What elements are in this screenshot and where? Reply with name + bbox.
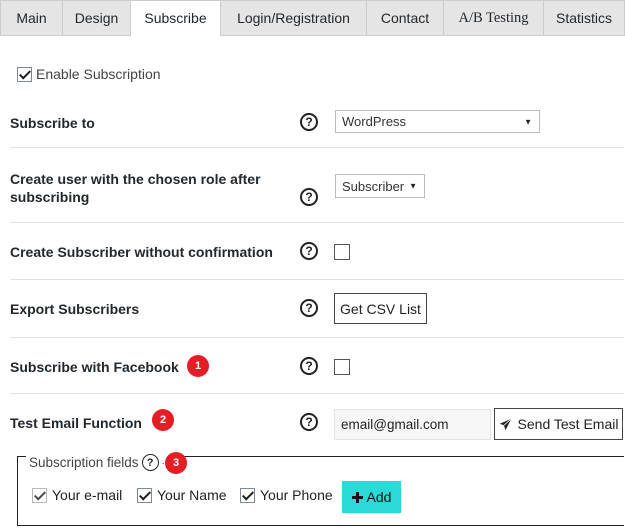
tab-label: A/B Testing (458, 9, 529, 26)
row-without-confirmation: Create Subscriber without confirmation ? (10, 223, 624, 280)
subscription-fields-title: Subscription fields (29, 455, 139, 470)
help-icon[interactable]: ? (300, 299, 318, 317)
chevron-down-icon: ▼ (524, 117, 532, 126)
annotation-badge-3: 3 (165, 452, 187, 474)
send-test-email-label: Send Test Email (517, 416, 619, 432)
tab-label: Statistics (555, 10, 612, 26)
create-user-label: Create user with the chosen role after s… (10, 170, 261, 206)
tab-design[interactable]: Design (63, 0, 131, 36)
tab-subscribe[interactable]: Subscribe (131, 0, 221, 36)
annotation-badge-1: 1 (187, 355, 209, 377)
tab-login-registration[interactable]: Login/Registration (221, 0, 367, 36)
subscribe-to-label: Subscribe to (10, 115, 95, 131)
help-icon[interactable]: ? (300, 357, 318, 375)
field-your-name[interactable]: Your Name (137, 487, 227, 503)
help-icon[interactable]: ? (300, 188, 318, 206)
plus-icon (351, 491, 363, 503)
help-icon[interactable]: ? (300, 413, 318, 431)
without-confirmation-checkbox[interactable] (334, 244, 350, 260)
create-user-label-line2: subscribing (10, 189, 90, 205)
field-your-email[interactable]: Your e-mail (32, 487, 122, 503)
annotation-badge-2: 2 (152, 409, 174, 431)
tab-bar: Main Design Subscribe Login/Registration… (0, 0, 625, 36)
subscribe-to-select[interactable]: WordPress ▼ (335, 110, 540, 133)
field-your-name-label: Your Name (157, 487, 227, 503)
field-your-email-label: Your e-mail (52, 487, 123, 503)
field-your-phone-checkbox[interactable] (240, 487, 255, 503)
subscribe-facebook-checkbox[interactable] (334, 359, 350, 375)
tab-label: Subscribe (144, 10, 207, 26)
test-email-label: Test Email Function (10, 415, 142, 431)
row-subscribe-to: Subscribe to ? WordPress ▼ (10, 98, 624, 148)
field-your-name-checkbox[interactable] (137, 487, 152, 503)
tab-label: Main (16, 10, 47, 26)
field-your-phone-label: Your Phone (260, 487, 333, 503)
user-role-value: Subscriber (342, 178, 405, 194)
add-field-button[interactable]: Add (342, 481, 401, 513)
without-confirmation-label: Create Subscriber without confirmation (10, 244, 273, 260)
tab-main[interactable]: Main (0, 0, 63, 36)
get-csv-list-button[interactable]: Get CSV List (334, 293, 427, 324)
send-test-email-button[interactable]: Send Test Email (494, 408, 623, 440)
get-csv-list-label: Get CSV List (340, 300, 421, 317)
help-icon[interactable]: ? (141, 454, 159, 471)
enable-subscription-row: Enable Subscription (17, 66, 161, 82)
help-icon[interactable]: ? (300, 113, 318, 131)
tab-contact[interactable]: Contact (367, 0, 444, 36)
enable-subscription-label: Enable Subscription (36, 66, 161, 82)
enable-subscription-checkbox[interactable] (17, 66, 32, 82)
row-subscribe-facebook: Subscribe with Facebook 1 ? (10, 338, 624, 394)
user-role-select[interactable]: Subscriber ▼ (335, 174, 425, 198)
row-test-email: Test Email Function 2 ? email@gmail.com … (10, 394, 624, 450)
create-user-label-line1: Create user with the chosen role after (10, 171, 261, 187)
export-subscribers-label: Export Subscribers (10, 301, 140, 317)
subscribe-facebook-label: Subscribe with Facebook (10, 359, 179, 375)
test-email-value: email@gmail.com (341, 417, 449, 432)
tab-statistics[interactable]: Statistics (544, 0, 625, 36)
tab-label: Design (74, 10, 119, 26)
tab-ab-testing[interactable]: A/B Testing (444, 0, 544, 36)
subscription-fields-legend: Subscription fields ? · (26, 454, 168, 471)
subscribe-to-value: WordPress (342, 114, 407, 129)
field-your-email-checkbox[interactable] (32, 487, 47, 503)
paper-plane-icon (499, 418, 512, 430)
test-email-input[interactable]: email@gmail.com (334, 409, 491, 440)
field-your-phone[interactable]: Your Phone (240, 487, 333, 503)
row-export-subscribers: Export Subscribers ? Get CSV List (10, 280, 624, 338)
tab-label: Login/Registration (237, 10, 350, 26)
tab-label: Contact (380, 10, 430, 26)
chevron-down-icon: ▼ (409, 181, 417, 191)
add-field-label: Add (366, 489, 392, 505)
row-create-user-role: Create user with the chosen role after s… (10, 148, 624, 223)
help-icon[interactable]: ? (300, 242, 318, 260)
